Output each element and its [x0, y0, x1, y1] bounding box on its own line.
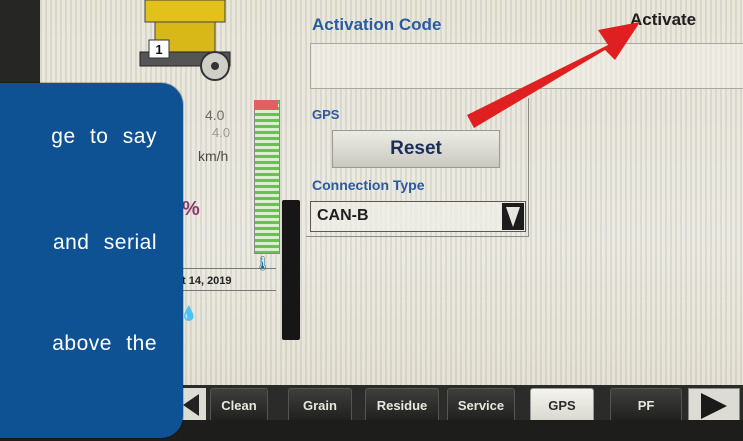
- combine-harvester-icon: 1: [139, 0, 231, 81]
- instruction-callout: ge to say and serial above the: [0, 83, 183, 438]
- gps-section-label: GPS: [312, 107, 340, 122]
- gps-reset-button[interactable]: Reset: [332, 130, 500, 168]
- tab-grain[interactable]: Grain: [288, 388, 352, 423]
- activate-button[interactable]: Activate: [630, 10, 696, 30]
- temperature-icon: 🌡: [254, 255, 272, 271]
- panel-scrollbar[interactable]: [282, 200, 300, 340]
- speed-value-secondary: 4.0: [212, 125, 231, 140]
- tab-residue[interactable]: Residue: [365, 388, 439, 423]
- callout-line: ge to say: [51, 125, 157, 148]
- tab-gps[interactable]: GPS: [530, 388, 594, 423]
- level-gauge-warning-zone: [254, 100, 278, 110]
- dropdown-arrow-icon[interactable]: [502, 203, 524, 230]
- tab-clean[interactable]: Clean: [210, 388, 268, 423]
- tab-pf[interactable]: PF: [610, 388, 682, 423]
- speed-value: 4.0: [205, 107, 225, 123]
- panel-divider: [176, 290, 276, 291]
- callout-line: above the: [52, 332, 157, 355]
- tab-scroll-right-icon[interactable]: [688, 388, 740, 423]
- level-gauge: [254, 100, 280, 254]
- activation-code-label: Activation Code: [312, 15, 442, 34]
- date-readout: t 14, 2019: [182, 275, 232, 287]
- activation-code-field[interactable]: [310, 43, 743, 89]
- callout-line: and serial: [52, 231, 157, 254]
- tab-service[interactable]: Service: [447, 388, 515, 423]
- percent-readout: %: [182, 198, 200, 220]
- connection-type-select[interactable]: CAN-B: [310, 201, 526, 232]
- connection-type-value: CAN-B: [317, 207, 369, 224]
- speed-unit: km/h: [198, 148, 229, 164]
- connection-type-label: Connection Type: [312, 177, 425, 193]
- combine-badge: 1: [155, 42, 162, 57]
